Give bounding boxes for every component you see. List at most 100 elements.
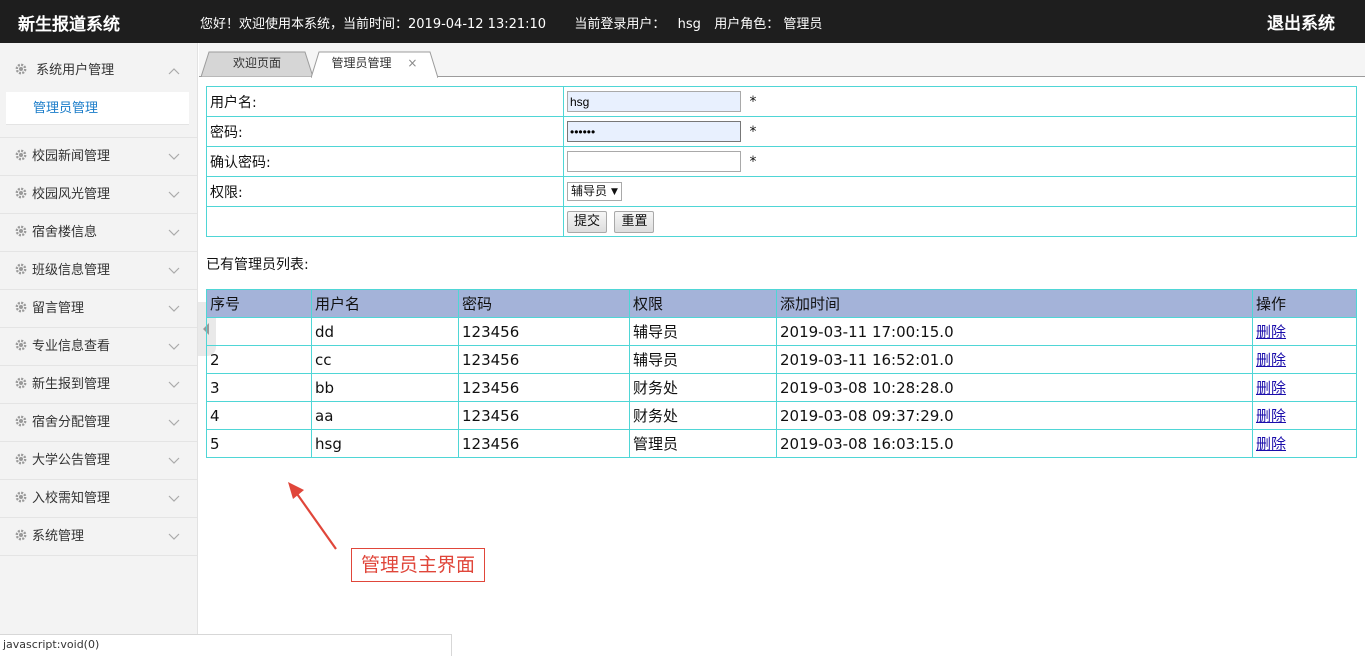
logout-button[interactable]: 退出系统 bbox=[1267, 9, 1335, 34]
chevron-down-icon bbox=[168, 305, 180, 312]
gear-icon bbox=[15, 491, 27, 503]
dropdown-arrow-icon: ▼ bbox=[611, 187, 618, 197]
required-mark: * bbox=[749, 93, 757, 110]
tab-welcome[interactable]: 欢迎页面 bbox=[201, 51, 313, 77]
brand-title: 新生报道系统 bbox=[18, 15, 120, 35]
table-cell: aa bbox=[311, 401, 459, 430]
delete-link[interactable]: 删除 bbox=[1256, 379, 1286, 397]
chevron-down-icon bbox=[168, 381, 180, 388]
table-cell: 123456 bbox=[458, 401, 630, 430]
table-cell: 删除 bbox=[1252, 345, 1357, 374]
table-cell: 123456 bbox=[458, 345, 630, 374]
table-cell: 财务处 bbox=[629, 373, 777, 402]
welcome-text: 您好！欢迎使用本系统，当前时间：2019-04-12 13:21:10 bbox=[200, 17, 547, 32]
top-bar: 新生报道系统 您好！欢迎使用本系统，当前时间：2019-04-12 13:21:… bbox=[0, 0, 1365, 43]
chevron-down-icon bbox=[168, 267, 180, 274]
table-cell: bb bbox=[311, 373, 459, 402]
table-cell: 辅导员 bbox=[629, 317, 777, 346]
admin-form: 用户名: * 密码: * 确认密码: * 权限: 辅导员▼ bbox=[206, 86, 1357, 237]
table-cell: 删除 bbox=[1252, 401, 1357, 430]
submit-button[interactable]: 提交 bbox=[567, 210, 608, 233]
gear-icon bbox=[15, 529, 27, 541]
col-header: 权限 bbox=[629, 289, 777, 318]
gear-icon bbox=[15, 149, 27, 161]
col-header: 序号 bbox=[206, 289, 312, 318]
confirm-password-label: 确认密码: bbox=[206, 146, 564, 177]
sidebar-item[interactable]: 大学公告管理 bbox=[0, 442, 197, 480]
table-cell: 2019-03-11 17:00:15.0 bbox=[776, 317, 1253, 346]
table-header-row: 序号 用户名 密码 权限 添加时间 操作 bbox=[206, 289, 1357, 318]
table-cell: 123456 bbox=[458, 373, 630, 402]
sidebar-item[interactable]: 宿舍楼信息 bbox=[0, 214, 197, 252]
required-mark: * bbox=[749, 123, 757, 140]
admin-list-title: 已有管理员列表: bbox=[206, 257, 309, 273]
table-cell: 3 bbox=[206, 373, 312, 402]
sidebar-item[interactable]: 专业信息查看 bbox=[0, 328, 197, 366]
table-cell: 辅导员 bbox=[629, 345, 777, 374]
sidebar-item[interactable]: 班级信息管理 bbox=[0, 252, 197, 290]
close-icon[interactable]: × bbox=[407, 56, 417, 70]
sidebar-group-label: 系统用户管理 bbox=[36, 63, 115, 78]
sidebar-item[interactable]: 校园新闻管理 bbox=[0, 138, 197, 176]
sidebar-item-label: 新生报到管理 bbox=[32, 377, 111, 392]
sidebar-item[interactable]: 宿舍分配管理 bbox=[0, 404, 197, 442]
col-header: 添加时间 bbox=[776, 289, 1253, 318]
table-cell: 123456 bbox=[458, 317, 630, 346]
delete-link[interactable]: 删除 bbox=[1256, 323, 1286, 341]
welcome-bar: 您好！欢迎使用本系统，当前时间：2019-04-12 13:21:10 当前登录… bbox=[200, 13, 822, 32]
sidebar-menu-list: 校园新闻管理 校园风光管理 宿舍楼信息 班级信息管理 留言管理 专业信息查看新生报到管理宿… bbox=[0, 138, 197, 556]
confirm-password-input[interactable] bbox=[567, 151, 741, 172]
password-input[interactable] bbox=[567, 121, 741, 142]
delete-link[interactable]: 删除 bbox=[1256, 407, 1286, 425]
sidebar-item-label: 系统管理 bbox=[32, 529, 85, 544]
table-cell: 2019-03-08 16:03:15.0 bbox=[776, 429, 1253, 458]
username-input[interactable] bbox=[567, 91, 741, 112]
empty-cell bbox=[206, 206, 564, 237]
sidebar-item[interactable]: 留言管理 bbox=[0, 290, 197, 328]
password-label: 密码: bbox=[206, 116, 564, 147]
browser-status-bar: javascript:void(0) bbox=[0, 634, 452, 656]
sidebar-item-label: 大学公告管理 bbox=[32, 453, 111, 468]
admin-form-table: 用户名: * 密码: * 确认密码: * 权限: 辅导员▼ bbox=[206, 86, 1357, 237]
form-row-actions: 提交 重置 bbox=[206, 206, 1357, 237]
required-mark: * bbox=[749, 153, 757, 170]
sidebar-subitem-admin-manage[interactable]: 管理员管理 bbox=[6, 92, 189, 125]
gear-icon bbox=[15, 339, 27, 351]
role-label: 用户角色： bbox=[714, 17, 780, 32]
table-cell: 2 bbox=[206, 345, 312, 374]
delete-link[interactable]: 删除 bbox=[1256, 435, 1286, 453]
gear-icon bbox=[15, 225, 27, 237]
chevron-down-icon bbox=[168, 457, 180, 464]
table-cell: hsg bbox=[311, 429, 459, 458]
annotation-arrow bbox=[288, 482, 337, 550]
sidebar-item[interactable]: 入校需知管理 bbox=[0, 480, 197, 518]
submenu-container: 管理员管理 bbox=[0, 92, 197, 138]
delete-link[interactable]: 删除 bbox=[1256, 351, 1286, 369]
table-cell: 删除 bbox=[1252, 373, 1357, 402]
user-label: 当前登录用户： bbox=[574, 17, 666, 32]
table-cell: 4 bbox=[206, 401, 312, 430]
table-cell: 5 bbox=[206, 429, 312, 458]
sidebar-group-system-users[interactable]: 系统用户管理 bbox=[0, 43, 197, 92]
table-row: 4 aa 123456 财务处 2019-03-08 09:37:29.0 删除 bbox=[206, 401, 1357, 430]
sidebar-item[interactable]: 校园风光管理 bbox=[0, 176, 197, 214]
role-select[interactable]: 辅导员 ▼ bbox=[567, 182, 622, 201]
reset-button[interactable]: 重置 bbox=[614, 210, 655, 233]
password-cell: * bbox=[563, 116, 1357, 147]
gear-icon bbox=[15, 63, 27, 75]
gear-icon bbox=[15, 453, 27, 465]
table-row: dd 123456 辅导员 2019-03-11 17:00:15.0 删除 bbox=[206, 317, 1357, 346]
sidebar-item[interactable]: 系统管理 bbox=[0, 518, 197, 556]
form-row-username: 用户名: * bbox=[206, 86, 1357, 117]
role-cell: 辅导员 ▼ bbox=[563, 176, 1357, 207]
table-cell: dd bbox=[311, 317, 459, 346]
chevron-down-icon bbox=[168, 495, 180, 502]
col-header: 密码 bbox=[458, 289, 630, 318]
chevron-down-icon bbox=[168, 533, 180, 540]
username-label: 用户名: bbox=[206, 86, 564, 117]
tab-admin-manage[interactable]: 管理员管理 × bbox=[311, 51, 438, 78]
username-cell: * bbox=[563, 86, 1357, 117]
table-cell: 2019-03-08 10:28:28.0 bbox=[776, 373, 1253, 402]
sidebar-item[interactable]: 新生报到管理 bbox=[0, 366, 197, 404]
form-row-password: 密码: * bbox=[206, 116, 1357, 147]
